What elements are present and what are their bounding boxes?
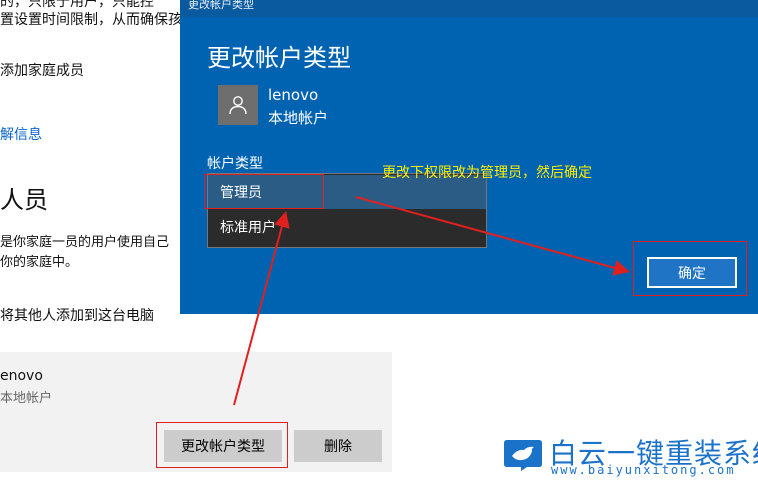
bird-logo-icon: [504, 440, 542, 471]
account-type-label: 帐户类型: [207, 156, 263, 172]
watermark: 白云一键重装系统 www.baiyunxitong.com: [503, 432, 758, 480]
account-name: enovo: [0, 368, 43, 384]
watermark-url: www.baiyunxitong.com: [551, 463, 736, 477]
more-info-link[interactable]: 解信息: [0, 124, 42, 144]
dialog-user-type: 本地帐户: [268, 109, 329, 127]
highlight-change-type-button: [156, 422, 288, 468]
person-icon: [229, 96, 247, 115]
highlight-administrator: [204, 174, 324, 209]
highlight-ok-button: [633, 241, 747, 296]
user-avatar-icon: [218, 85, 258, 125]
account-type: 本地帐户: [0, 391, 53, 406]
option-standard-user[interactable]: 标准用户: [208, 210, 486, 244]
dialog-title: 更改帐户类型: [207, 44, 351, 72]
dialog-titlebar: 更改帐户类型: [180, 0, 758, 17]
dialog-titlebar-text: 更改帐户类型: [188, 0, 254, 11]
instruction-annotation: 更改下权限改为管理员，然后确定: [382, 165, 592, 181]
dialog-user-name: lenovo: [268, 86, 319, 104]
background-text-line2: 置设置时间限制，从而确保孩: [0, 12, 182, 28]
description-line1: 是你家庭一员的用户使用自己: [0, 235, 170, 250]
add-family-member-link[interactable]: 添加家庭成员: [0, 60, 84, 80]
delete-button[interactable]: 删除: [294, 430, 382, 462]
add-other-person-link[interactable]: 将其他人添加到这台电脑: [0, 305, 154, 325]
other-people-heading: 人员: [0, 186, 48, 214]
description-line2: 你的家庭中。: [0, 255, 79, 270]
